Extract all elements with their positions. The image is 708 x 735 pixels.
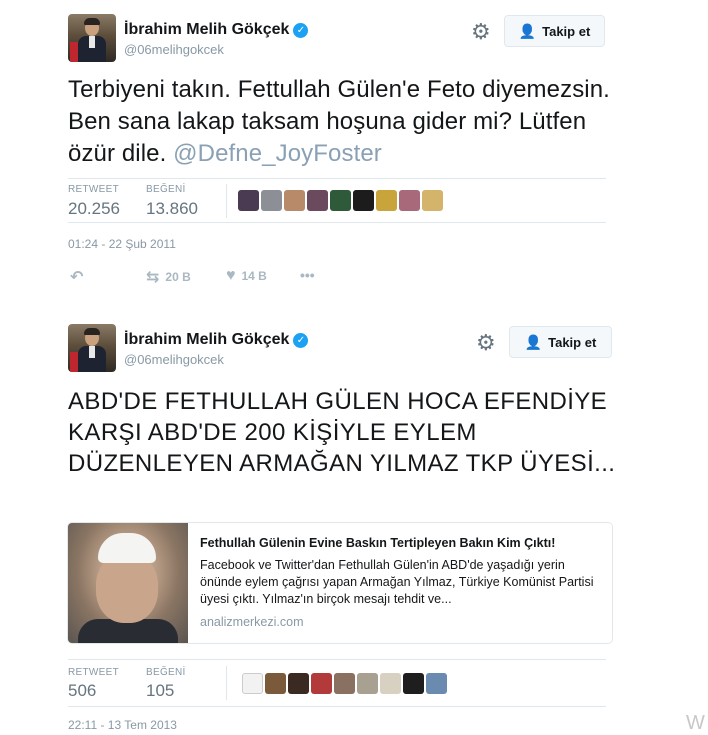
like-count[interactable]: 105 [146,681,174,701]
avatar[interactable] [288,673,309,694]
card-description: Facebook ve Twitter'dan Fethullah Gülen'… [200,558,594,606]
avatar[interactable] [426,673,447,694]
card-image [68,523,188,643]
avatar[interactable] [265,673,286,694]
avatar[interactable] [357,673,378,694]
retweet-count[interactable]: 506 [68,681,96,701]
link-card[interactable]: Fethullah Gülenin Evine Baskın Tertipley… [67,522,613,644]
divider [68,659,606,660]
author-handle[interactable]: @06melihgokcek [124,352,224,367]
gear-icon[interactable]: ⚙ [476,332,496,354]
watermark: W [686,712,705,734]
tweet-text: ABD'DE FETHULLAH GÜLEN HOCA EFENDİYE KAR… [68,388,616,477]
avatar[interactable] [334,673,355,694]
tweet-2: İbrahim Melih Gökçek ✓ @06melihgokcek ⚙ 👤… [0,0,708,732]
avatar[interactable] [242,673,263,694]
card-domain: analizmerkezi.com [200,615,304,629]
avatar[interactable] [311,673,332,694]
avatar[interactable] [68,324,116,372]
avatar[interactable] [380,673,401,694]
like-label: BEĞENİ [146,667,186,678]
author-name[interactable]: İbrahim Melih Gökçek ✓ [124,331,309,349]
avatar[interactable] [403,673,424,694]
card-title[interactable]: Fethullah Gülenin Evine Baskın Tertipley… [200,536,555,550]
follow-button[interactable]: 👤 Takip et [509,326,612,358]
retweet-label: RETWEET [68,667,119,678]
divider [226,666,227,700]
liker-avatars [242,673,447,694]
add-user-icon: 👤 [524,333,543,350]
divider [68,706,606,707]
verified-badge-icon: ✓ [293,333,309,348]
